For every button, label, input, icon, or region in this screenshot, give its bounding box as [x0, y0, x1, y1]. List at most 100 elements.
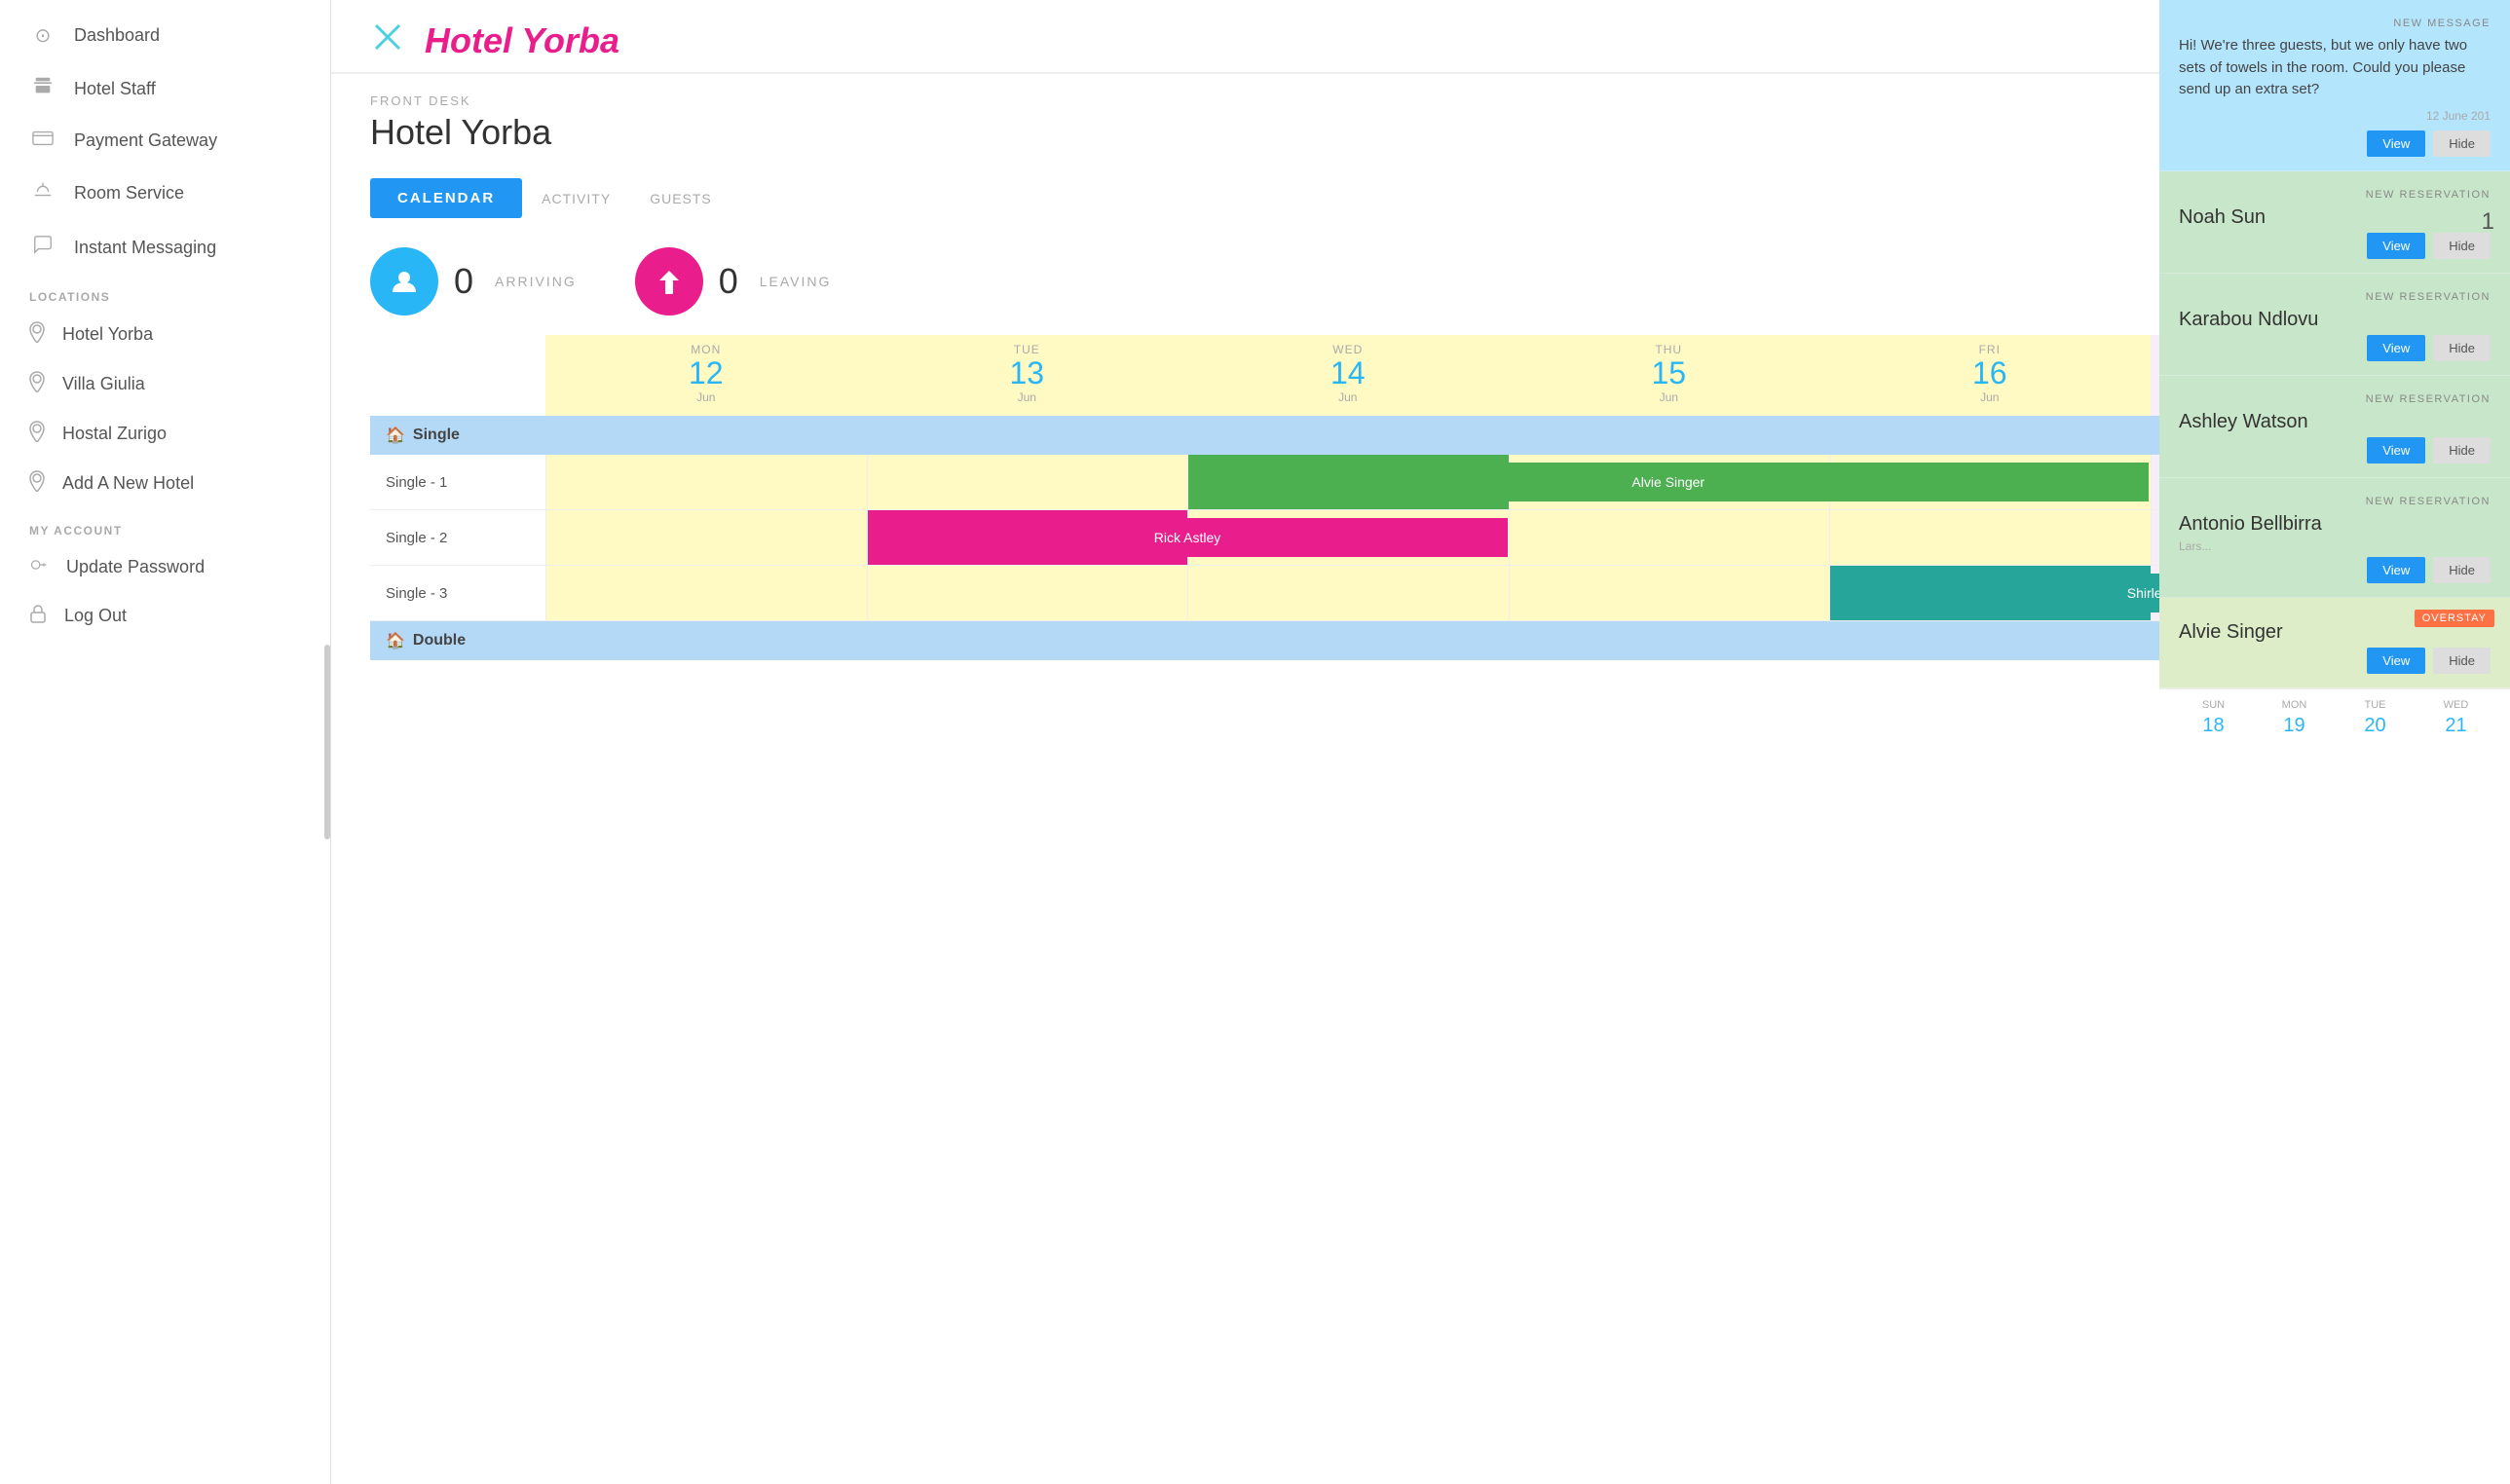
mini-cal-19: 19 [2256, 715, 2333, 737]
room-row-single-2: Single - 2 Rick Astley [370, 510, 2471, 566]
notif-name: Noah Sun [2179, 206, 2491, 229]
sidebar-item-instant-messaging[interactable]: Instant Messaging [0, 220, 330, 275]
room-row-single-3: Single - 3 Shirle... [370, 566, 2471, 621]
notif-ashley-watson: NEW RESERVATION Ashley Watson View Hide [2159, 376, 2510, 478]
close-button[interactable] [370, 19, 405, 62]
sidebar-item-dashboard[interactable]: ⊙ Dashboard [0, 10, 330, 61]
overstay-badge: OVERSTAY [2415, 610, 2494, 627]
notif-view-button[interactable]: View [2367, 130, 2425, 157]
double-category-label: Double [413, 632, 466, 649]
key-icon [29, 555, 49, 579]
sidebar-item-label: Room Service [74, 183, 184, 204]
locations-section-label: LOCATIONS [0, 275, 330, 310]
sidebar-item-add-new-hotel[interactable]: Add A New Hotel [0, 459, 330, 508]
calendar-button[interactable]: CALENDAR [370, 178, 522, 218]
sidebar-item-villa-giulia[interactable]: Villa Giulia [0, 359, 330, 409]
mini-cal-21: 21 [2417, 715, 2494, 737]
room-label-single-3: Single - 3 [370, 585, 545, 602]
notif-type: NEW RESERVATION [2179, 291, 2491, 303]
notif-view-button[interactable]: View [2367, 335, 2425, 361]
booking-bar-rick-astley: Rick Astley [868, 518, 1508, 557]
arriving-count: 0 [454, 261, 473, 302]
front-desk-hotel-name: Hotel Yorba [370, 112, 2471, 153]
notif-hide-button[interactable]: Hide [2433, 648, 2491, 674]
leaving-label: LEAVING [760, 274, 832, 289]
notif-type: NEW RESERVATION [2179, 496, 2491, 507]
notif-view-button[interactable]: View [2367, 233, 2425, 259]
room-rows: 🏠 Single Single - 1 Alvie S [370, 416, 2471, 660]
sidebar-item-update-password[interactable]: Update Password [0, 543, 330, 591]
double-category-row: 🏠 Double [370, 621, 2471, 660]
mini-cal-mon-label: MON [2256, 699, 2333, 711]
location-pin-icon [29, 321, 45, 348]
day-header-fri: FRI 16 Jun [1829, 335, 2151, 416]
notif-number: 1 [2482, 208, 2494, 236]
tabs: ACTIVITY GUESTS [542, 191, 712, 206]
day-header-tue: TUE 13 Jun [867, 335, 1188, 416]
arriving-stat: 0 ARRIVING [370, 247, 577, 315]
notif-actions: View Hide [2179, 437, 2491, 464]
day-header-thu: THU 15 Jun [1509, 335, 1830, 416]
sidebar-item-hotel-staff[interactable]: Hotel Staff [0, 61, 330, 116]
single-category-row: 🏠 Single [370, 416, 2471, 455]
notif-name: Antonio Bellbirra [2179, 513, 2491, 536]
sidebar-item-label: Add A New Hotel [62, 473, 194, 494]
notif-actions: View Hide [2179, 233, 2491, 259]
notif-new-message: NEW MESSAGE Hi! We're three guests, but … [2159, 0, 2510, 171]
sidebar-item-payment-gateway[interactable]: Payment Gateway [0, 116, 330, 166]
room-row-single-1: Single - 1 Alvie Singer [370, 455, 2471, 510]
notif-view-button[interactable]: View [2367, 437, 2425, 464]
notif-type: NEW RESERVATION [2179, 393, 2491, 405]
notif-hide-button[interactable]: Hide [2433, 437, 2491, 464]
notif-date: 12 June 201 [2179, 109, 2491, 123]
notif-view-button[interactable]: View [2367, 557, 2425, 583]
arriving-icon [370, 247, 438, 315]
booking-bar-alvie-singer: Alvie Singer [1188, 463, 2149, 501]
sidebar-scrollbar[interactable] [324, 645, 330, 839]
sidebar: ⊙ Dashboard Hotel Staff Payment Gateway … [0, 0, 331, 1484]
sidebar-item-label: Payment Gateway [74, 130, 217, 151]
mini-calendar-strip: SUN MON TUE WED 18 19 20 21 [2159, 688, 2510, 747]
mini-cal-20: 20 [2337, 715, 2414, 737]
hotel-logo-name: Hotel Yorba [425, 20, 619, 61]
sidebar-item-hotel-yorba[interactable]: Hotel Yorba [0, 310, 330, 359]
notif-hide-button[interactable]: Hide [2433, 557, 2491, 583]
location-pin-icon [29, 371, 45, 397]
notif-actions: View Hide [2179, 130, 2491, 157]
notif-actions: View Hide [2179, 648, 2491, 674]
notif-noah-sun: NEW RESERVATION Noah Sun View Hide 1 [2159, 171, 2510, 274]
sidebar-item-label: Dashboard [74, 25, 160, 46]
tab-guests[interactable]: GUESTS [650, 191, 712, 206]
notif-hide-button[interactable]: Hide [2433, 130, 2491, 157]
notif-view-button[interactable]: View [2367, 648, 2425, 674]
front-desk-label: FRONT DESK [370, 93, 2471, 108]
mini-cal-tue-label: TUE [2337, 699, 2414, 711]
day-header-mon: MON 12 Jun [545, 335, 867, 416]
add-location-icon [29, 470, 45, 497]
notif-karabou-ndlovu: NEW RESERVATION Karabou Ndlovu View Hide [2159, 274, 2510, 376]
single-category-label: Single [413, 427, 460, 444]
notif-hide-button[interactable]: Hide [2433, 335, 2491, 361]
notif-antonio-bellbirra: NEW RESERVATION Antonio Bellbirra Lars..… [2159, 478, 2510, 598]
mini-cal-18: 18 [2175, 715, 2252, 737]
leaving-stat: 0 LEAVING [635, 247, 832, 315]
calendar-grid: MON 12 Jun TUE 13 Jun WED 14 Jun THU 15 [370, 335, 2471, 660]
dashboard-icon: ⊙ [29, 23, 56, 48]
sidebar-item-label: Update Password [66, 557, 205, 577]
tab-activity[interactable]: ACTIVITY [542, 191, 611, 206]
leaving-count: 0 [719, 261, 738, 302]
sidebar-item-label: Villa Giulia [62, 374, 145, 394]
mini-cal-wed-label: WED [2417, 699, 2494, 711]
notif-actions: View Hide [2179, 335, 2491, 361]
arriving-label: ARRIVING [495, 274, 577, 289]
leaving-icon [635, 247, 703, 315]
sidebar-item-label: Instant Messaging [74, 238, 216, 258]
sidebar-item-room-service[interactable]: Room Service [0, 166, 330, 220]
sidebar-item-logout[interactable]: Log Out [0, 591, 330, 641]
days-header: MON 12 Jun TUE 13 Jun WED 14 Jun THU 15 [370, 335, 2471, 416]
notif-message-text: Hi! We're three guests, but we only have… [2179, 35, 2491, 101]
notif-actions: View Hide [2179, 557, 2491, 583]
sidebar-item-hostal-zurigo[interactable]: Hostal Zurigo [0, 409, 330, 459]
notif-hide-button[interactable]: Hide [2433, 233, 2491, 259]
account-section-label: MY ACCOUNT [0, 508, 330, 543]
